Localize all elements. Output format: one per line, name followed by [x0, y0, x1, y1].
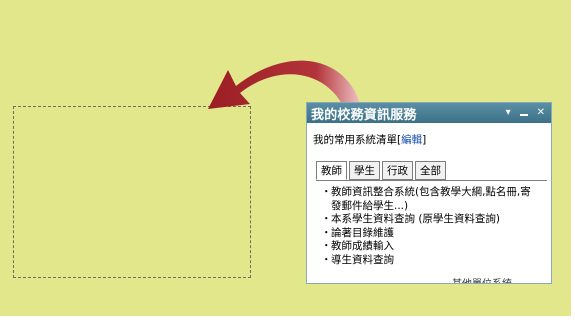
bullet-icon: ・ [321, 226, 332, 239]
tab-teacher[interactable]: 教師 [316, 161, 347, 180]
widget-header[interactable]: 我的校務資訊服務 ▾ ✕ [307, 103, 551, 123]
minimize-icon[interactable] [519, 108, 528, 119]
list-item[interactable]: ・導生資料查詢 [321, 254, 551, 268]
more-systems-label[interactable]: 其他單位系統 [452, 275, 512, 283]
widget-drop-zone[interactable] [13, 106, 251, 278]
link-advisee-query[interactable]: 導生資料查詢 [331, 254, 536, 268]
list-item[interactable]: ・論著目錄維護 [321, 227, 551, 241]
tab-student[interactable]: 學生 [349, 161, 380, 180]
subtitle: 我的常用系統清單[編輯] [313, 132, 551, 147]
close-icon[interactable]: ✕ [537, 108, 545, 118]
widget-title: 我的校務資訊服務 [311, 107, 417, 123]
link-teacher-integration[interactable]: 教師資訊整合系統(包含教學大綱,點名冊,寄發郵件給學生...) [331, 186, 536, 213]
bullet-icon: ・ [321, 213, 332, 225]
tab-divider [316, 180, 547, 181]
service-widget[interactable]: 我的校務資訊服務 ▾ ✕ 我的常用系統清單[編輯] 教師 學生 行政 全部 ・教… [306, 102, 552, 284]
list-item[interactable]: ・教師資訊整合系統(包含教學大綱,點名冊,寄發郵件給學生...) [321, 186, 551, 213]
dropdown-icon[interactable]: ▾ [506, 108, 511, 118]
tab-bar: 教師 學生 行政 全部 [316, 161, 551, 180]
subtitle-text: 我的常用系統清單[ [313, 134, 402, 146]
edit-link[interactable]: 編輯 [401, 134, 422, 146]
widget-controls: ▾ ✕ [506, 108, 545, 119]
link-grade-entry[interactable]: 教師成績輸入 [331, 240, 536, 254]
bullet-icon: ・ [321, 240, 332, 252]
list-item[interactable]: ・教師成績輸入 [321, 240, 551, 254]
bullet-icon: ・ [321, 253, 332, 266]
bullet-icon: ・ [321, 186, 332, 198]
subtitle-bracket: ] [422, 134, 427, 146]
tab-admin[interactable]: 行政 [382, 161, 413, 180]
canvas-background: 我的校務資訊服務 ▾ ✕ 我的常用系統清單[編輯] 教師 學生 行政 全部 ・教… [0, 0, 571, 316]
list-item[interactable]: ・本系學生資料查詢 (原學生資料查詢) [321, 213, 551, 227]
link-publication-catalog[interactable]: 論著目錄維護 [331, 227, 536, 241]
tab-all[interactable]: 全部 [415, 161, 446, 180]
link-student-query[interactable]: 本系學生資料查詢 (原學生資料查詢) [331, 213, 536, 227]
link-list: ・教師資訊整合系統(包含教學大綱,點名冊,寄發郵件給學生...) ・本系學生資料… [307, 186, 551, 267]
